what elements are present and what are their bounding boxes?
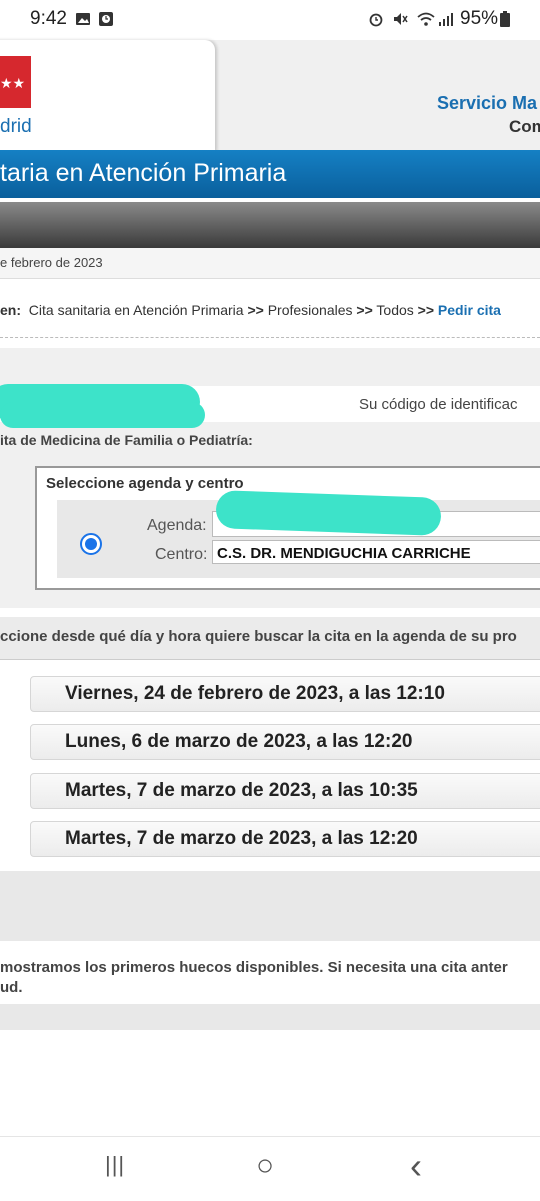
id-label: Su código de identificac <box>359 396 518 413</box>
breadcrumb-sep: >> <box>247 302 264 318</box>
breadcrumb-prefix: en: <box>0 302 21 318</box>
battery-icon <box>500 11 510 27</box>
logo-card <box>0 40 215 152</box>
battery-percentage: 95% <box>460 8 499 29</box>
slot-button[interactable]: Lunes, 6 de marzo de 2023, a las 12:20 <box>30 724 540 760</box>
breadcrumb-item-todos[interactable]: Todos <box>376 302 413 318</box>
redaction-scribble <box>215 490 442 536</box>
gallery-icon <box>76 13 90 25</box>
breadcrumb-sep: >> <box>417 302 435 318</box>
current-date: e febrero de 2023 <box>0 255 103 270</box>
breadcrumb-item-cita[interactable]: Cita sanitaria en Atención Primaria <box>29 302 244 318</box>
breadcrumb-current: Pedir cita <box>437 302 501 318</box>
footer-strip <box>0 1004 540 1030</box>
service-subtitle: Com <box>509 117 540 136</box>
menu-bar <box>0 202 540 248</box>
slot-button[interactable]: Viernes, 24 de febrero de 2023, a las 12… <box>30 676 540 712</box>
slot-button[interactable]: Martes, 7 de marzo de 2023, a las 12:20 <box>30 821 540 857</box>
centro-label: Centro: <box>155 546 208 563</box>
service-title[interactable]: Servicio Ma <box>437 93 537 114</box>
breadcrumb: en: Cita sanitaria en Atención Primaria … <box>0 302 501 318</box>
medicina-label: ita de Medicina de Familia o Pediatría: <box>0 432 253 448</box>
slot-button[interactable]: Martes, 7 de marzo de 2023, a las 10:35 <box>30 773 540 809</box>
back-icon[interactable]: ‹ <box>410 1145 422 1187</box>
status-time: 9:42 <box>30 8 67 29</box>
alarm-icon <box>369 13 383 27</box>
breadcrumb-sep: >> <box>356 302 373 318</box>
mute-icon <box>394 13 408 25</box>
logo-flag: ★★ <box>0 56 31 108</box>
divider <box>0 337 540 338</box>
footnote-line: mostramos los primeros huecos disponible… <box>0 959 508 976</box>
breadcrumb-item-profesionales[interactable]: Profesionales <box>268 302 353 318</box>
wifi-icon <box>417 12 435 26</box>
radio-selected-dot <box>85 538 97 550</box>
svg-text:★★: ★★ <box>0 76 25 92</box>
stars-icon: ★★ <box>0 76 25 92</box>
clock-app-icon <box>99 12 113 26</box>
redaction-scribble <box>0 402 205 428</box>
signal-icon <box>439 13 453 26</box>
footnote-line: ud. <box>0 979 23 996</box>
instruction-text: ccione desde qué día y hora quiere busca… <box>0 628 517 645</box>
actions-panel <box>0 871 540 941</box>
footnote: mostramos los primeros huecos disponible… <box>0 958 540 998</box>
selector-title: Seleccione agenda y centro <box>46 475 244 492</box>
recents-icon[interactable]: ||| <box>105 1152 125 1178</box>
agenda-label: Agenda: <box>147 517 207 534</box>
home-icon[interactable]: ○ <box>256 1149 274 1183</box>
logo-text[interactable]: drid <box>0 116 32 138</box>
banner-title: taria en Atención Primaria <box>0 159 287 187</box>
centro-field: C.S. DR. MENDIGUCHIA CARRICHE <box>212 540 540 564</box>
